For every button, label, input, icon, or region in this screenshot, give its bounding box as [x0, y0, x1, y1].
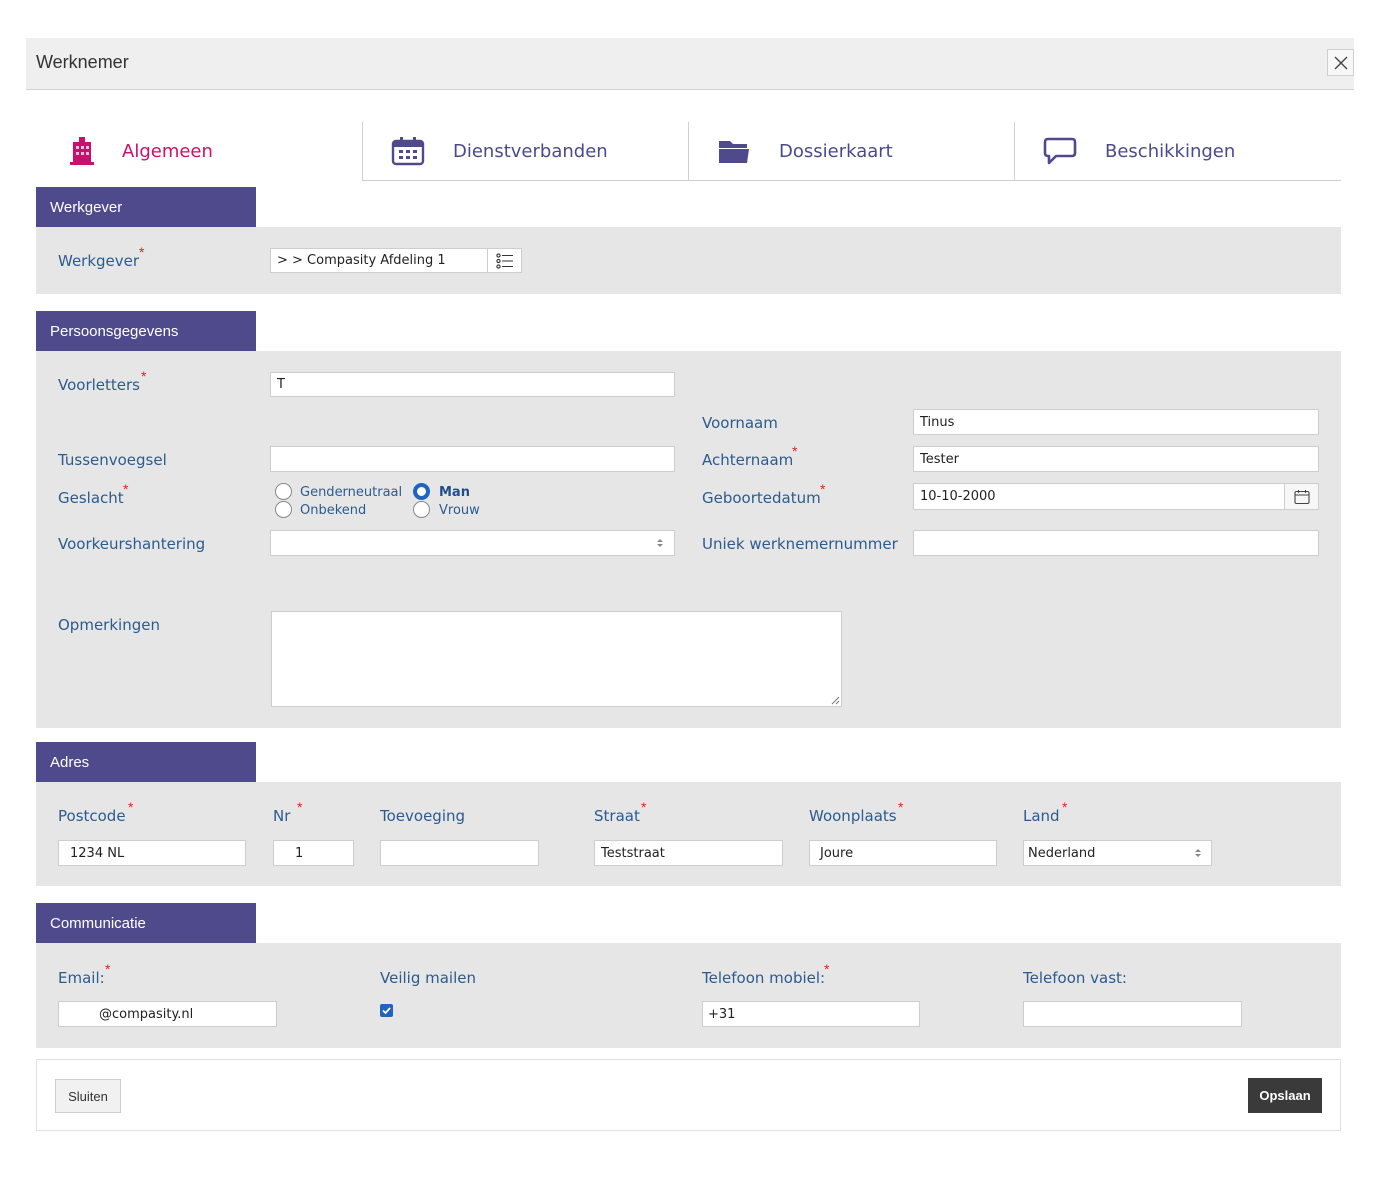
voorkeurshantering-label: Voorkeurshantering [58, 535, 206, 553]
achternaam-label: Achternaam [702, 451, 794, 469]
tab-label-dienstverbanden: Dienstverbanden [453, 140, 608, 162]
radio-label-genderneutraal: Genderneutraal [300, 485, 403, 500]
close-icon [1334, 56, 1347, 69]
tab-label-algemeen: Algemeen [122, 140, 213, 162]
voornaam-label: Voornaam [702, 414, 778, 432]
telefoon-vast-input[interactable] [1023, 1001, 1242, 1027]
tab-dossierkaart[interactable]: Dossierkaart [689, 122, 1014, 180]
radio-onbekend[interactable] [275, 501, 292, 518]
required-marker: * [105, 961, 111, 977]
list-icon [495, 252, 513, 269]
tab-beschikkingen[interactable]: Beschikkingen [1015, 122, 1340, 180]
required-marker: * [792, 443, 798, 459]
radio-man[interactable] [413, 483, 430, 500]
telefoon-mobiel-label: Telefoon mobiel: [702, 969, 826, 987]
opmerkingen-textarea[interactable] [271, 611, 842, 707]
veilig-mailen-label: Veilig mailen [380, 969, 476, 987]
achternaam-input[interactable]: Tester [913, 446, 1319, 472]
speech-bubble-icon [1043, 137, 1077, 165]
huisnummer-input[interactable]: 1 [273, 840, 354, 866]
uniek-werknemernummer-label: Uniek werknemernummer [702, 535, 898, 553]
toevoeging-label: Toevoeging [380, 807, 466, 825]
tab-label-beschikkingen: Beschikkingen [1105, 140, 1236, 162]
close-button[interactable] [1327, 49, 1354, 76]
close-dialog-button[interactable]: Sluiten [55, 1079, 121, 1113]
radio-label-onbekend: Onbekend [300, 503, 367, 518]
werkgever-label: Werkgever [58, 252, 140, 270]
voorletters-input[interactable]: T [270, 372, 675, 397]
woonplaats-input[interactable]: Joure [809, 840, 997, 866]
nr-label: Nr [273, 807, 291, 825]
section-header-persoonsgegevens: Persoonsgegevens [36, 311, 256, 351]
opmerkingen-label: Opmerkingen [58, 616, 160, 634]
straat-label: Straat [594, 807, 640, 825]
postcode-input[interactable]: 1234 NL [58, 840, 246, 866]
tabs-baseline [362, 180, 1341, 181]
save-button[interactable]: Opslaan [1248, 1078, 1322, 1113]
required-marker: * [1062, 799, 1068, 815]
required-marker: * [898, 799, 904, 815]
dialog-footer [36, 1059, 1341, 1131]
section-body-communicatie [36, 943, 1341, 1048]
calendar-icon [1293, 489, 1310, 504]
calendar-icon [391, 137, 425, 166]
section-body-werkgever [36, 227, 1341, 294]
select-arrows-icon [1195, 849, 1201, 857]
voorletters-label: Voorletters [58, 376, 140, 394]
dialog-title: Werknemer [36, 52, 129, 72]
email-label: Email: [58, 969, 105, 987]
select-arrows-icon [657, 539, 663, 547]
werkgever-field[interactable]: > > Compasity Afdeling 1 [270, 248, 488, 273]
tab-algemeen[interactable]: Algemeen [36, 122, 362, 180]
required-marker: * [641, 799, 647, 815]
radio-genderneutraal[interactable] [275, 483, 292, 500]
uniek-werknemernummer-input[interactable] [913, 530, 1319, 556]
voorkeurshantering-select[interactable] [270, 530, 675, 556]
dialog-titlebar [26, 38, 1354, 90]
folder-icon [719, 141, 749, 163]
date-picker-button[interactable] [1284, 483, 1319, 510]
toevoeging-input[interactable] [380, 840, 539, 866]
woonplaats-label: Woonplaats [809, 807, 897, 825]
telefoon-mobiel-input[interactable]: +31 [702, 1001, 920, 1027]
email-input[interactable]: @compasity.nl [58, 1001, 277, 1027]
building-icon [70, 137, 94, 165]
tussenvoegsel-label: Tussenvoegsel [58, 451, 167, 469]
tab-dienstverbanden[interactable]: Dienstverbanden [363, 122, 688, 180]
required-marker: * [123, 481, 129, 497]
geboortedatum-input[interactable]: 10-10-2000 [913, 483, 1285, 510]
postcode-label: Postcode [58, 807, 126, 825]
land-label: Land [1023, 807, 1060, 825]
app-root: Werknemer Algemeen Dienstverbanden Dossi… [0, 0, 1387, 1183]
veilig-mailen-checkbox[interactable] [380, 1004, 393, 1017]
land-select[interactable]: Nederland [1023, 840, 1212, 866]
resize-handle-icon[interactable] [830, 695, 840, 705]
required-marker: * [820, 481, 826, 497]
telefoon-vast-label: Telefoon vast: [1023, 969, 1127, 987]
section-header-adres: Adres [36, 742, 256, 782]
checkmark-icon [382, 1007, 391, 1015]
werkgever-picker-button[interactable] [487, 248, 522, 273]
tussenvoegsel-input[interactable] [270, 446, 675, 472]
required-marker: * [128, 799, 134, 815]
straat-input[interactable]: Teststraat [594, 840, 783, 866]
required-marker: * [139, 244, 145, 260]
required-marker: * [141, 368, 147, 384]
tab-label-dossierkaart: Dossierkaart [779, 140, 893, 162]
section-header-communicatie: Communicatie [36, 903, 256, 943]
section-header-werkgever: Werkgever [36, 187, 256, 227]
voornaam-input[interactable]: Tinus [913, 409, 1319, 435]
geslacht-label: Geslacht [58, 489, 124, 507]
radio-label-man: Man [439, 485, 470, 500]
geboortedatum-label: Geboortedatum [702, 489, 821, 507]
section-body-adres [36, 782, 1341, 886]
radio-vrouw[interactable] [413, 501, 430, 518]
required-marker: * [824, 961, 830, 977]
required-marker: * [297, 799, 303, 815]
radio-label-vrouw: Vrouw [439, 503, 480, 518]
